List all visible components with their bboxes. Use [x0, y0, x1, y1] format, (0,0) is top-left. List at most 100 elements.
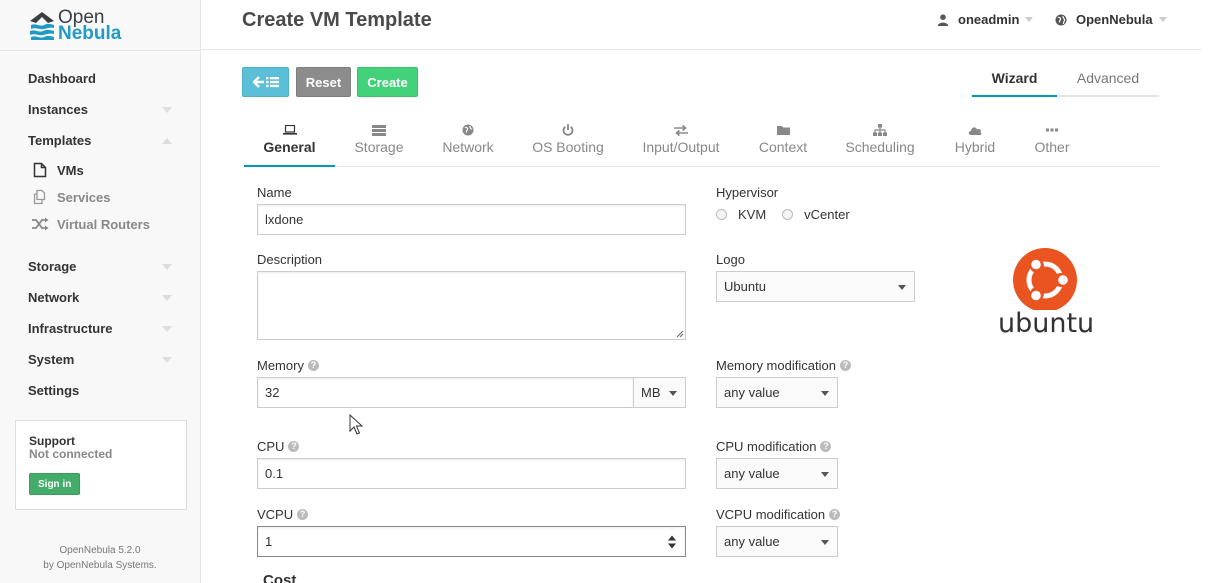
sidebar-item-label: Settings: [28, 383, 80, 398]
memory-label: Memory: [257, 358, 304, 373]
cpu-label: CPU: [257, 439, 285, 454]
create-button[interactable]: Create: [357, 67, 418, 97]
tab-os-booting[interactable]: OS Booting: [513, 122, 623, 167]
tab-other[interactable]: Other: [1017, 122, 1087, 167]
sidebar-item-label: Instances: [28, 102, 88, 117]
description-label: Description: [257, 252, 323, 267]
version-line: OpenNebula 5.2.0: [59, 545, 141, 556]
tab-storage[interactable]: Storage: [335, 122, 423, 167]
tab-hybrid[interactable]: Hybrid: [933, 122, 1017, 167]
mouse-pointer-icon: [349, 414, 363, 435]
sidebar-item-instances[interactable]: Instances: [28, 102, 176, 117]
shuffle-icon: [30, 216, 50, 232]
globe-icon: [1055, 14, 1067, 25]
help-icon[interactable]: ?: [288, 441, 300, 452]
vcpu-mod-select[interactable]: any value: [716, 526, 838, 557]
sidebar-item-system[interactable]: System: [28, 352, 176, 367]
vcpu-mod-label-row: VCPU modification ?: [716, 507, 841, 522]
chevron-down-icon: [821, 472, 829, 477]
zone-menu[interactable]: OpenNebula: [1055, 12, 1167, 27]
support-panel: Support Not connected Sign in: [15, 420, 187, 510]
sidebar-item-infrastructure[interactable]: Infrastructure: [28, 321, 176, 336]
tab-wizard[interactable]: Wizard: [972, 70, 1057, 97]
hypervisor-vcenter-radio[interactable]: [782, 209, 794, 220]
sidebar-subitem-virtual-routers[interactable]: Virtual Routers: [30, 216, 150, 232]
tab-general[interactable]: General: [244, 122, 335, 167]
chevron-down-icon: [162, 107, 172, 113]
tab-label: OS Booting: [532, 139, 604, 155]
chevron-down-icon: [162, 264, 172, 270]
resize-handle-icon[interactable]: [676, 330, 684, 338]
ubuntu-logo-image: ubuntu: [998, 248, 1095, 340]
chevron-down-icon: [821, 391, 829, 396]
memory-label-row: Memory ?: [257, 358, 319, 373]
vcpu-stepper[interactable]: 1: [257, 526, 686, 557]
hypervisor-options: KVM vCenter: [716, 207, 850, 222]
opennebula-logo[interactable]: Open Nebula: [28, 8, 121, 44]
globe-icon: [423, 122, 513, 138]
name-label: Name: [257, 185, 292, 200]
support-title: Support: [29, 434, 75, 448]
exchange-icon: [623, 122, 739, 138]
sidebar-item-label: Network: [28, 290, 80, 305]
laptop-icon: [244, 122, 335, 138]
cpu-mod-select[interactable]: any value: [716, 458, 838, 489]
ellipsis-icon: [1017, 122, 1087, 138]
radio-label: vCenter: [804, 207, 850, 222]
spinner-arrows-icon[interactable]: [667, 535, 677, 549]
sidebar-subitem-label: Services: [57, 189, 111, 205]
sidebar-subitem-vms[interactable]: VMs: [30, 162, 84, 178]
cost-heading: Cost: [263, 572, 297, 583]
memory-unit-value: MB: [641, 385, 661, 400]
tab-network[interactable]: Network: [423, 122, 513, 167]
reset-button[interactable]: Reset: [296, 67, 351, 97]
tab-label: Input/Output: [642, 139, 720, 155]
tab-input-output[interactable]: Input/Output: [623, 122, 739, 167]
tab-label: General: [263, 139, 316, 155]
opennebula-cloud-icon: [30, 12, 54, 40]
back-to-list-button[interactable]: [242, 67, 289, 97]
help-icon[interactable]: ?: [297, 509, 309, 520]
help-icon[interactable]: ?: [820, 441, 832, 452]
logo-select[interactable]: Ubuntu: [716, 271, 915, 302]
help-icon[interactable]: ?: [307, 360, 319, 371]
memory-unit-select[interactable]: MB: [633, 377, 686, 408]
sidebar-item-label: Storage: [28, 259, 77, 274]
tab-label: Context: [758, 139, 808, 155]
sidebar-item-templates[interactable]: Templates: [28, 133, 176, 148]
brand-line-2: Nebula: [58, 23, 122, 44]
help-icon[interactable]: ?: [839, 360, 851, 371]
sidebar-item-dashboard[interactable]: Dashboard: [28, 71, 176, 86]
sidebar-subitem-services[interactable]: Services: [30, 189, 111, 205]
sign-in-button[interactable]: Sign in: [29, 473, 81, 495]
tab-context[interactable]: Context: [739, 122, 827, 167]
power-icon: [513, 122, 623, 138]
storage-icon: [335, 122, 423, 138]
cpu-input[interactable]: [257, 458, 686, 489]
memory-input[interactable]: [257, 377, 634, 408]
hypervisor-kvm-radio[interactable]: [716, 209, 727, 220]
tab-label: Hybrid: [954, 139, 996, 155]
memory-mod-value: any value: [724, 385, 780, 400]
help-icon[interactable]: ?: [829, 509, 841, 520]
user-menu[interactable]: oneadmin: [937, 12, 1034, 27]
mode-tabs: Wizard Advanced: [972, 70, 1159, 97]
sidebar-item-label: Templates: [28, 133, 92, 148]
sidebar-item-settings[interactable]: Settings: [28, 383, 176, 398]
cpu-label-row: CPU ?: [257, 439, 300, 454]
vcpu-label-row: VCPU ?: [257, 507, 309, 522]
sidebar-divider: [0, 50, 200, 51]
memory-mod-select[interactable]: any value: [716, 377, 838, 408]
user-name: oneadmin: [958, 12, 1020, 27]
section-tabs: General Storage Network OS Booting Input…: [244, 122, 1159, 167]
name-input[interactable]: [257, 204, 686, 235]
sidebar-item-label: Dashboard: [28, 71, 96, 86]
vcpu-label: VCPU: [257, 507, 294, 522]
tab-scheduling[interactable]: Scheduling: [827, 122, 933, 167]
ubuntu-wordmark: ubuntu: [998, 308, 1095, 339]
sidebar-item-network[interactable]: Network: [28, 290, 176, 305]
description-textarea[interactable]: [257, 271, 686, 340]
vcpu-value: 1: [265, 534, 273, 549]
tab-advanced[interactable]: Advanced: [1057, 70, 1159, 97]
sidebar-item-storage[interactable]: Storage: [28, 259, 176, 274]
